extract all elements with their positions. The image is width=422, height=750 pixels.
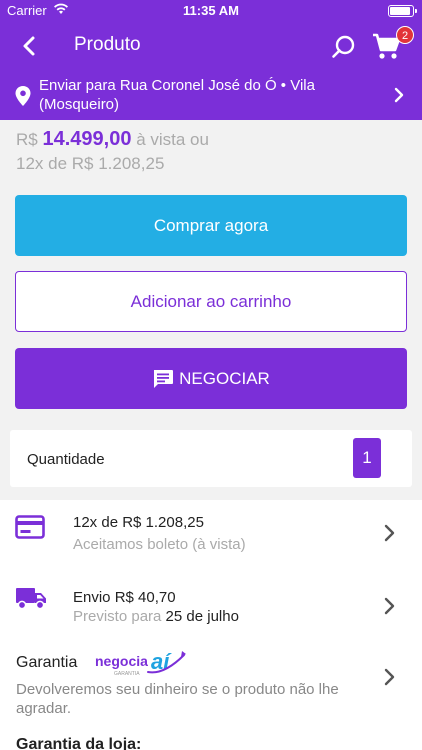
status-time: 11:35 AM bbox=[183, 3, 239, 18]
price-currency: R$ bbox=[16, 130, 38, 149]
logo-text: negocia bbox=[95, 653, 148, 669]
chat-bubble-icon bbox=[154, 369, 174, 388]
chevron-right-icon bbox=[384, 597, 395, 615]
price-line: R$ 14.499,00 à vista ou bbox=[16, 128, 209, 151]
guarantee-description: Devolveremos seu dinheiro se o produto n… bbox=[16, 681, 339, 717]
shipping-address-bar[interactable]: Enviar para Rua Coronel José do Ó • Vila… bbox=[0, 70, 422, 120]
credit-card-icon bbox=[15, 515, 45, 539]
buy-now-label: Comprar agora bbox=[153, 215, 269, 235]
shipping-subtitle-prefix: Previsto para bbox=[73, 608, 162, 625]
quantity-value-button[interactable]: 1 bbox=[353, 438, 381, 478]
negotiate-label: NEGOCIAR bbox=[179, 368, 270, 388]
back-arrow-icon[interactable] bbox=[16, 32, 44, 60]
cart-count-badge: 2 bbox=[396, 26, 414, 44]
page-title: Produto bbox=[74, 34, 141, 55]
shipping-date: 25 de julho bbox=[165, 608, 239, 625]
payment-title: 12x de R$ 1.208,25 bbox=[73, 514, 204, 531]
buy-now-button[interactable]: Comprar agora bbox=[15, 195, 407, 256]
guarantee-title: Garantia bbox=[16, 654, 78, 671]
logo-subtext: GARANTIA bbox=[114, 671, 140, 677]
add-to-cart-label: Adicionar ao carrinho bbox=[130, 291, 292, 311]
price-amount: 14.499,00 bbox=[42, 128, 132, 150]
status-bar: Carrier 11:35 AM bbox=[0, 0, 422, 22]
shipping-address-text: Enviar para Rua Coronel José do Ó • Vila… bbox=[39, 77, 315, 113]
price-suffix: à vista ou bbox=[136, 130, 209, 149]
add-to-cart-button[interactable]: Adicionar ao carrinho bbox=[15, 271, 407, 332]
negotiate-button[interactable]: NEGOCIAR bbox=[15, 348, 407, 409]
location-pin-icon bbox=[15, 86, 31, 106]
product-info-section: 12x de R$ 1.208,25 Aceitamos boleto (à v… bbox=[0, 500, 422, 750]
negocia-ai-logo: negocia aí GARANTIA bbox=[95, 649, 186, 677]
price-installment: 12x de R$ 1.208,25 bbox=[16, 154, 165, 173]
shipping-subtitle: Previsto para 25 de julho bbox=[73, 608, 239, 625]
delivery-truck-icon bbox=[16, 588, 46, 610]
search-icon[interactable] bbox=[330, 33, 358, 61]
shipping-title: Envio R$ 40,70 bbox=[73, 589, 176, 606]
payment-subtitle: Aceitamos boleto (à vista) bbox=[73, 536, 246, 553]
nav-bar: Produto 2 bbox=[0, 22, 422, 70]
quantity-label: Quantidade bbox=[27, 451, 105, 468]
store-guarantee-title: Garantia da loja: bbox=[16, 736, 142, 750]
chevron-right-icon bbox=[384, 668, 395, 686]
chevron-right-icon bbox=[394, 87, 404, 103]
chevron-right-icon bbox=[384, 524, 395, 542]
battery-icon bbox=[388, 5, 417, 17]
quantity-selector: Quantidade 1 bbox=[10, 430, 412, 487]
